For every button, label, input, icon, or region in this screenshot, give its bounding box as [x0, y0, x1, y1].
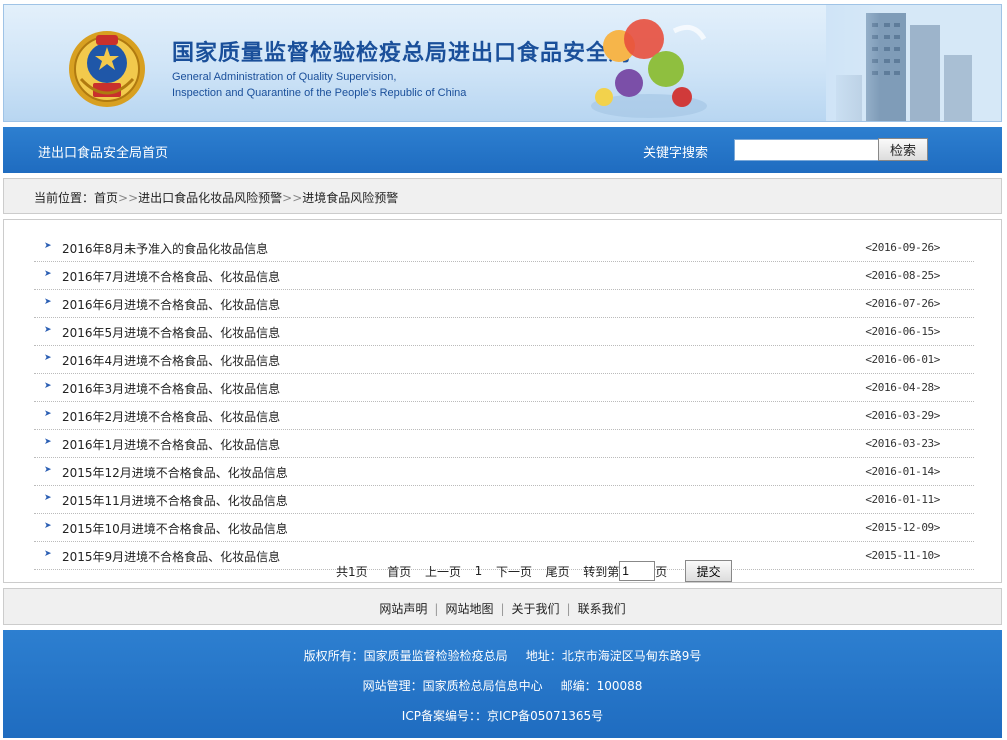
news-item-date: <2016-06-15>: [865, 325, 940, 338]
news-item-title[interactable]: 2016年1月进境不合格食品、化妆品信息: [62, 436, 280, 453]
footer-link-statement[interactable]: 网站声明: [379, 602, 427, 616]
footer-manager: 网站管理：国家质检总局信息中心: [362, 679, 543, 693]
news-item-date: <2015-11-10>: [865, 549, 940, 562]
bullet-arrow-icon: ➤: [44, 325, 52, 335]
footer-link-contact[interactable]: 联系我们: [578, 602, 626, 616]
search-label: 关键字搜索: [643, 146, 709, 161]
pager-prev[interactable]: 上一页: [425, 563, 461, 580]
news-item: ➤ 2016年5月进境不合格食品、化妆品信息 <2016-06-15>: [34, 319, 974, 346]
national-emblem-icon: [69, 31, 145, 107]
search-button[interactable]: 检索: [878, 138, 928, 161]
bullet-arrow-icon: ➤: [44, 437, 52, 447]
bullet-arrow-icon: ➤: [44, 381, 52, 391]
breadcrumb-item-home[interactable]: 首页: [94, 191, 118, 205]
footer-link-about[interactable]: 关于我们: [512, 602, 560, 616]
news-item: ➤ 2016年1月进境不合格食品、化妆品信息 <2016-03-23>: [34, 431, 974, 458]
news-item-date: <2016-01-11>: [865, 493, 940, 506]
news-item-title[interactable]: 2015年12月进境不合格食品、化妆品信息: [62, 464, 288, 481]
pager-goto-label: 转到第: [583, 564, 620, 579]
news-item: ➤ 2016年2月进境不合格食品、化妆品信息 <2016-03-29>: [34, 403, 974, 430]
news-item-title[interactable]: 2015年10月进境不合格食品、化妆品信息: [62, 520, 288, 537]
pager-first[interactable]: 首页: [387, 563, 411, 580]
breadcrumb-item-risk-warning[interactable]: 进出口食品化妆品风险预警: [138, 191, 282, 205]
news-item-date: <2016-06-01>: [865, 353, 940, 366]
news-item: ➤ 2015年12月进境不合格食品、化妆品信息 <2016-01-14>: [34, 459, 974, 486]
news-item: ➤ 2016年3月进境不合格食品、化妆品信息 <2016-04-28>: [34, 375, 974, 402]
breadcrumb-item-import-food-warning[interactable]: 进境食品风险预警: [302, 191, 398, 205]
breadcrumb-bar: 当前位置：首页>>进出口食品化妆品风险预警>>进境食品风险预警: [3, 178, 1002, 214]
news-item-title[interactable]: 2016年4月进境不合格食品、化妆品信息: [62, 352, 280, 369]
news-item-date: <2016-04-28>: [865, 381, 940, 394]
footer-links: 网站声明 | 网站地图 | 关于我们 | 联系我们: [379, 602, 626, 616]
page-number-input[interactable]: [619, 561, 656, 581]
food-decoration-image: [591, 19, 707, 118]
news-item-date: <2016-03-23>: [865, 437, 940, 450]
news-item-date: <2016-09-26>: [865, 241, 940, 254]
bullet-arrow-icon: ➤: [44, 353, 52, 363]
footer-line-copyright: 版权所有：国家质量监督检验检疫总局 地址：北京市海淀区马甸东路9号: [3, 647, 1002, 664]
bullet-arrow-icon: ➤: [44, 465, 52, 475]
search-input[interactable]: [734, 139, 880, 161]
news-item-title[interactable]: 2015年9月进境不合格食品、化妆品信息: [62, 548, 280, 565]
building-image: [826, 5, 1001, 121]
breadcrumb-separator: >>: [118, 191, 139, 205]
news-item-date: <2016-07-26>: [865, 297, 940, 310]
breadcrumb-separator: >>: [282, 191, 303, 205]
footer-copyright: 版权所有：国家质量监督检验检疫总局: [303, 649, 508, 663]
site-footer: 版权所有：国家质量监督检验检疫总局 地址：北京市海淀区马甸东路9号 网站管理：国家…: [3, 630, 1002, 738]
news-item-title[interactable]: 2015年11月进境不合格食品、化妆品信息: [62, 492, 288, 509]
pagination: 共1页 首页 上一页 1 下一页 尾页 转到第 页 提交: [336, 560, 733, 582]
bullet-arrow-icon: ➤: [44, 409, 52, 419]
footer-address: 地址：北京市海淀区马甸东路9号: [525, 649, 702, 663]
home-link[interactable]: 进出口食品安全局首页: [38, 142, 168, 161]
news-item: ➤ 2015年10月进境不合格食品、化妆品信息 <2015-12-09>: [34, 515, 974, 542]
news-item-title[interactable]: 2016年6月进境不合格食品、化妆品信息: [62, 296, 280, 313]
pager-total: 共1页: [336, 564, 368, 579]
bullet-arrow-icon: ➤: [44, 269, 52, 279]
bullet-arrow-icon: ➤: [44, 549, 52, 559]
news-item: ➤ 2015年11月进境不合格食品、化妆品信息 <2016-01-11>: [34, 487, 974, 514]
pager-current: 1: [474, 564, 483, 578]
news-item-title[interactable]: 2016年2月进境不合格食品、化妆品信息: [62, 408, 280, 425]
site-title: 国家质量监督检验检疫总局进出口食品安全局: [172, 41, 633, 66]
news-item-date: <2015-12-09>: [865, 521, 940, 534]
breadcrumb-prefix: 当前位置：: [34, 191, 95, 205]
news-item-date: <2016-01-14>: [865, 465, 940, 478]
breadcrumb: 当前位置：首页>>进出口食品化妆品风险预警>>进境食品风险预警: [34, 189, 398, 206]
pager-submit-button[interactable]: 提交: [685, 560, 733, 582]
bullet-arrow-icon: ➤: [44, 241, 52, 251]
footer-icp: ICP备案编号：：京ICP备05071365号: [401, 709, 604, 723]
news-item-title[interactable]: 2016年5月进境不合格食品、化妆品信息: [62, 324, 280, 341]
bullet-arrow-icon: ➤: [44, 493, 52, 503]
news-list: ➤ 2016年8月未予准入的食品化妆品信息 <2016-09-26> ➤ 2016年7月…: [34, 235, 974, 571]
site-subtitle-en-2: Inspection and Quarantine of the People'…: [172, 87, 467, 99]
news-item-title[interactable]: 2016年7月进境不合格食品、化妆品信息: [62, 268, 280, 285]
news-item: ➤ 2016年8月未予准入的食品化妆品信息 <2016-09-26>: [34, 235, 974, 262]
news-item-title[interactable]: 2016年3月进境不合格食品、化妆品信息: [62, 380, 280, 397]
news-item-date: <2016-08-25>: [865, 269, 940, 282]
footer-postcode: 邮编：100088: [560, 679, 643, 693]
bullet-arrow-icon: ➤: [44, 521, 52, 531]
news-item-date: <2016-03-29>: [865, 409, 940, 422]
site-header: 国家质量监督检验检疫总局进出口食品安全局 General Administrat…: [3, 4, 1002, 122]
news-item: ➤ 2016年4月进境不合格食品、化妆品信息 <2016-06-01>: [34, 347, 974, 374]
news-item: ➤ 2016年6月进境不合格食品、化妆品信息 <2016-07-26>: [34, 291, 974, 318]
pager-goto-suffix: 页: [655, 564, 668, 579]
footer-links-bar: 网站声明 | 网站地图 | 关于我们 | 联系我们: [3, 588, 1002, 625]
footer-link-sitemap[interactable]: 网站地图: [445, 602, 493, 616]
nav-bar: 进出口食品安全局首页 关键字搜索 检索: [3, 127, 1002, 173]
pager-next[interactable]: 下一页: [496, 563, 532, 580]
footer-line-icp: ICP备案编号：：京ICP备05071365号: [3, 707, 1002, 724]
news-item: ➤ 2016年7月进境不合格食品、化妆品信息 <2016-08-25>: [34, 263, 974, 290]
news-item-title[interactable]: 2016年8月未予准入的食品化妆品信息: [62, 240, 268, 257]
bullet-arrow-icon: ➤: [44, 297, 52, 307]
pager-last[interactable]: 尾页: [546, 563, 570, 580]
footer-line-manager: 网站管理：国家质检总局信息中心 邮编：100088: [3, 677, 1002, 694]
content-panel: ➤ 2016年8月未予准入的食品化妆品信息 <2016-09-26> ➤ 2016年7月…: [3, 219, 1002, 583]
site-subtitle-en-1: General Administration of Quality Superv…: [172, 71, 397, 83]
